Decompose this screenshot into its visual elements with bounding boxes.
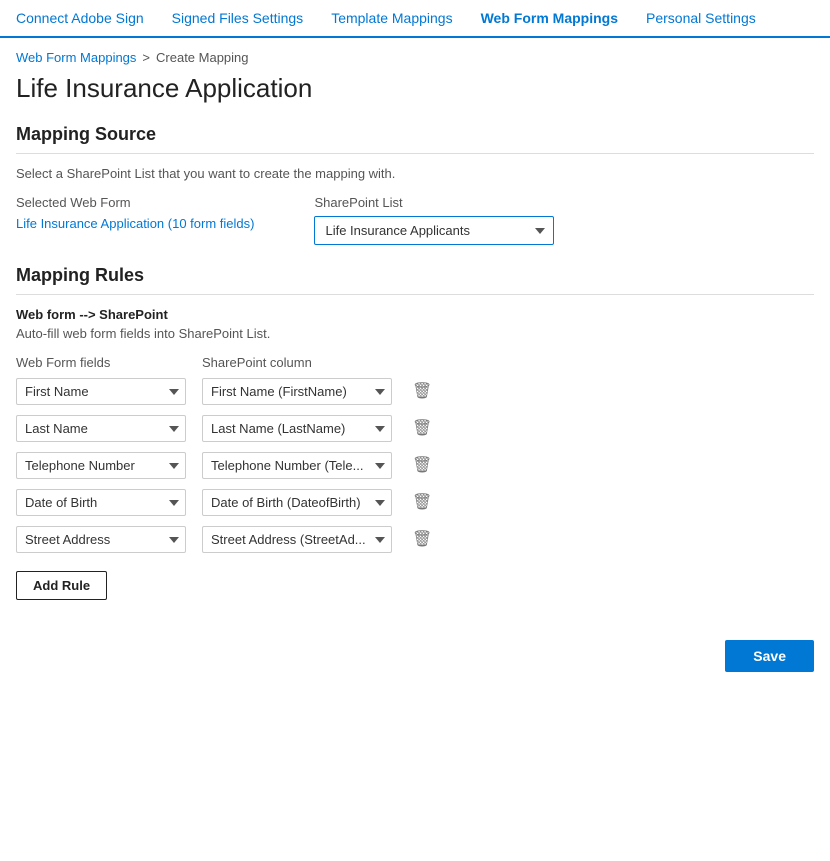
column-headers: Web Form fields SharePoint column [16,355,814,370]
page-title: Life Insurance Application [0,69,830,124]
sharepoint-column-select-4[interactable]: Date of Birth (DateofBirth) [202,489,392,516]
web-form-field-select-1[interactable]: First Name [16,378,186,405]
sharepoint-column-header: SharePoint column [202,355,392,370]
delete-rule-button-5[interactable]: 🗑 [408,528,436,552]
source-left: Selected Web Form Life Insurance Applica… [16,195,254,231]
sharepoint-column-select-2[interactable]: Last Name (LastName) [202,415,392,442]
mapping-source-row: Selected Web Form Life Insurance Applica… [16,195,814,245]
mapping-source-description: Select a SharePoint List that you want t… [16,166,814,181]
rule-row: Telephone Number Telephone Number (Tele.… [16,452,814,479]
top-nav: Connect Adobe Sign Signed Files Settings… [0,0,830,38]
web-form-field-select-4[interactable]: Date of Birth [16,489,186,516]
save-area: Save [0,620,830,688]
nav-template-mappings[interactable]: Template Mappings [331,10,452,26]
mapping-rules-section: Mapping Rules Web form --> SharePoint Au… [0,265,830,620]
web-form-field-select-5[interactable]: Street Address [16,526,186,553]
mapping-rules-title: Mapping Rules [16,265,814,295]
direction-label: Web form --> SharePoint [16,307,814,322]
nav-signed-files-settings[interactable]: Signed Files Settings [172,10,304,26]
sharepoint-list-select[interactable]: Life Insurance Applicants [314,216,554,245]
sharepoint-column-select-5[interactable]: Street Address (StreetAd... [202,526,392,553]
rule-row: Last Name Last Name (LastName) 🗑 [16,415,814,442]
rule-row: Date of Birth Date of Birth (DateofBirth… [16,489,814,516]
nav-personal-settings[interactable]: Personal Settings [646,10,756,26]
delete-rule-button-1[interactable]: 🗑 [408,380,436,404]
rule-row: First Name First Name (FirstName) 🗑 [16,378,814,405]
delete-rule-button-2[interactable]: 🗑 [408,417,436,441]
web-form-field-select-2[interactable]: Last Name [16,415,186,442]
source-right: SharePoint List Life Insurance Applicant… [314,195,554,245]
mapping-source-title: Mapping Source [16,124,814,154]
nav-web-form-mappings[interactable]: Web Form Mappings [481,10,618,26]
add-rule-button[interactable]: Add Rule [16,571,107,600]
web-form-field-select-3[interactable]: Telephone Number [16,452,186,479]
delete-rule-button-3[interactable]: 🗑 [408,454,436,478]
delete-rule-button-4[interactable]: 🗑 [408,491,436,515]
selected-web-form-label: Selected Web Form [16,195,254,210]
breadcrumb: Web Form Mappings > Create Mapping [0,38,830,69]
breadcrumb-current: Create Mapping [156,50,249,65]
nav-connect-adobe-sign[interactable]: Connect Adobe Sign [16,10,144,26]
selected-web-form-value: Life Insurance Application (10 form fiel… [16,216,254,231]
save-button[interactable]: Save [725,640,814,672]
sharepoint-list-label: SharePoint List [314,195,554,210]
rule-row: Street Address Street Address (StreetAd.… [16,526,814,553]
sharepoint-column-select-1[interactable]: First Name (FirstName) [202,378,392,405]
autofill-label: Auto-fill web form fields into SharePoin… [16,326,814,341]
breadcrumb-parent[interactable]: Web Form Mappings [16,50,136,65]
web-form-fields-header: Web Form fields [16,355,186,370]
breadcrumb-separator: > [142,50,150,65]
mapping-source-section: Mapping Source Select a SharePoint List … [0,124,830,265]
sharepoint-column-select-3[interactable]: Telephone Number (Tele... [202,452,392,479]
